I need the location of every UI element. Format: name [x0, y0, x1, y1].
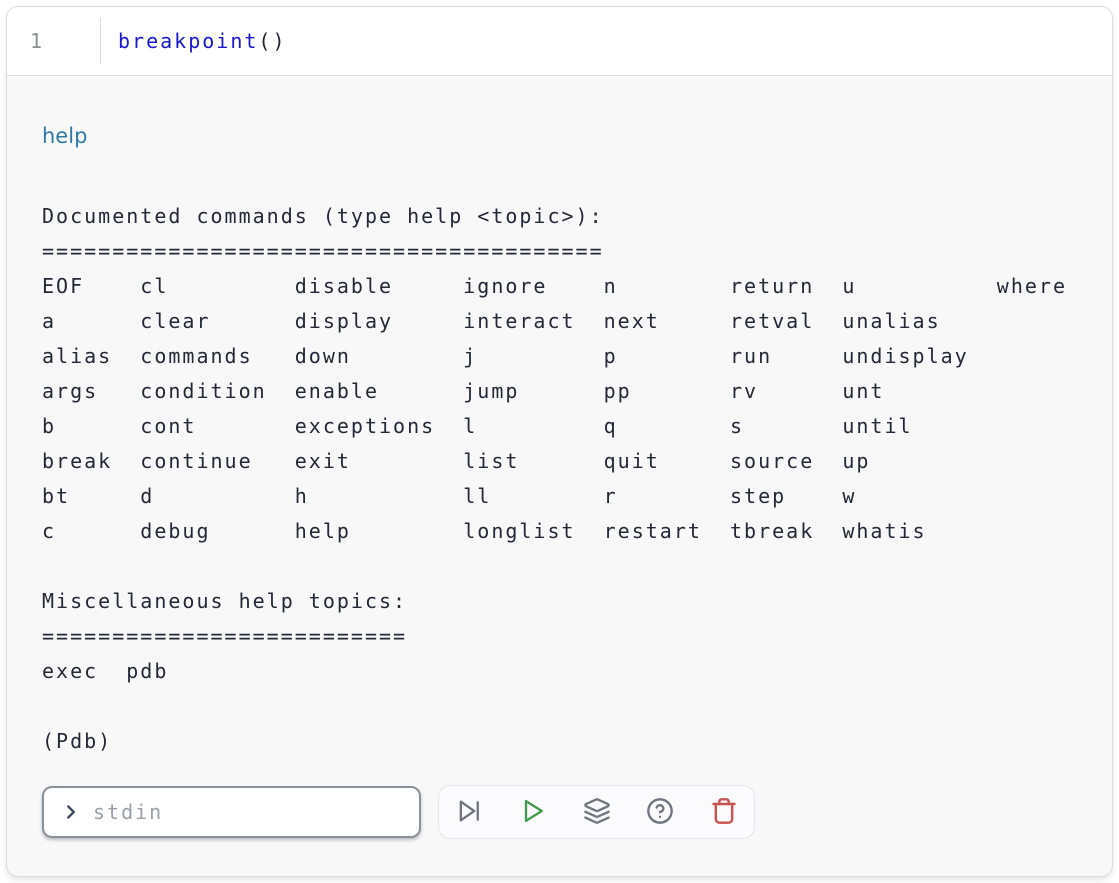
code-function-name: breakpoint — [118, 29, 258, 53]
line-number-gutter: 1 — [7, 7, 100, 75]
help-button[interactable] — [645, 797, 675, 827]
debug-toolbar — [438, 785, 755, 839]
gutter-divider — [100, 18, 101, 64]
code-parens: () — [258, 29, 286, 53]
controls-row — [42, 785, 1077, 839]
delete-button[interactable] — [709, 797, 739, 827]
step-forward-button[interactable] — [454, 797, 484, 827]
line-number: 1 — [30, 29, 44, 53]
code-line[interactable]: breakpoint() — [118, 29, 287, 53]
console-area: help Documented commands (type help <top… — [7, 76, 1112, 839]
stdin-box[interactable] — [42, 786, 421, 838]
stack-button[interactable] — [582, 797, 612, 827]
stdin-input[interactable] — [91, 799, 407, 825]
skip-forward-icon — [455, 797, 483, 828]
echoed-command: help — [42, 122, 1077, 150]
code-editor-row: 1 breakpoint() — [7, 7, 1112, 76]
layers-icon — [583, 797, 611, 828]
debugger-panel: 1 breakpoint() help Documented commands … — [6, 6, 1113, 877]
chevron-right-icon — [60, 801, 82, 823]
run-button[interactable] — [518, 797, 548, 827]
help-circle-icon — [646, 797, 674, 828]
console-output: Documented commands (type help <topic>):… — [42, 199, 1077, 759]
play-icon — [519, 797, 547, 828]
trash-icon — [710, 797, 738, 828]
